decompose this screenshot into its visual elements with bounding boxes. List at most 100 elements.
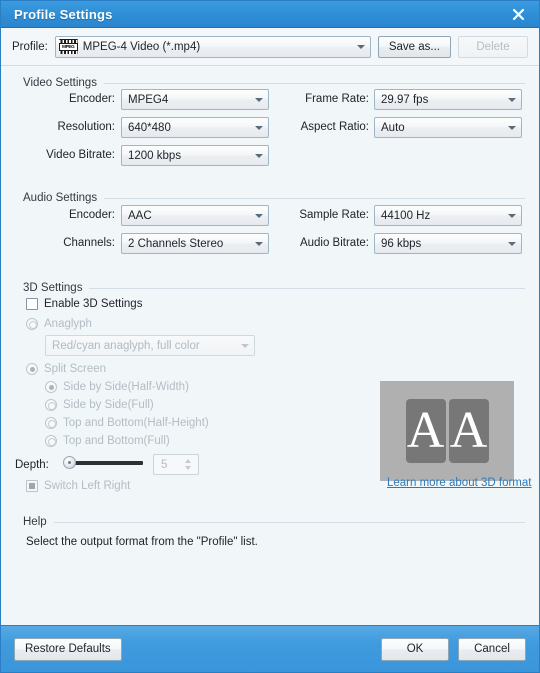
- chevron-down-icon: [503, 90, 521, 109]
- enable-3d-checkbox-row[interactable]: Enable 3D Settings: [26, 298, 142, 310]
- help-text: Select the output format from the "Profi…: [26, 536, 258, 548]
- chevron-down-icon: [250, 90, 268, 109]
- audio-bitrate-label: Audio Bitrate:: [299, 237, 369, 249]
- chevron-down-icon: [236, 336, 254, 355]
- switch-left-right-row: Switch Left Right: [26, 480, 130, 492]
- 3d-settings-title: 3D Settings: [23, 282, 83, 294]
- profile-dropdown[interactable]: MPEG MPEG-4 Video (*.mp4): [54, 35, 371, 58]
- title-bar: Profile Settings: [1, 1, 539, 28]
- mpeg-icon-text: MPEG: [59, 43, 77, 50]
- delete-button: Delete: [458, 35, 528, 58]
- split-option-side-by-side-full: Side by Side(Full): [45, 399, 154, 411]
- audio-encoder-label: Encoder:: [68, 209, 115, 221]
- save-as-button[interactable]: Save as...: [377, 35, 451, 58]
- enable-3d-label: Enable 3D Settings: [44, 298, 143, 310]
- video-resolution-label: Resolution:: [57, 121, 115, 133]
- split-option-radio: [45, 417, 57, 429]
- split-option-label: Top and Bottom(Full): [63, 435, 170, 447]
- profile-bar: Profile: MPEG MPEG-4 Video (*.mp4) Save …: [1, 28, 539, 66]
- split-option-radio: [45, 435, 57, 447]
- audio-bitrate-value: 96 kbps: [381, 237, 422, 250]
- depth-value: 5: [161, 458, 168, 471]
- aspect-ratio-label: Aspect Ratio:: [300, 121, 369, 133]
- enable-3d-checkbox[interactable]: [26, 298, 38, 310]
- split-option-radio: [45, 399, 57, 411]
- chevron-down-icon: [503, 234, 521, 253]
- mpeg-file-icon: MPEG: [58, 39, 78, 54]
- video-settings-group: Video Settings: [15, 76, 525, 90]
- aspect-ratio-dropdown[interactable]: Auto: [374, 117, 522, 138]
- anaglyph-radio-row: Anaglyph: [26, 318, 92, 330]
- audio-encoder-dropdown[interactable]: AAC: [121, 205, 269, 226]
- split-option-top-bottom-half-height: Top and Bottom(Half-Height): [45, 417, 209, 429]
- audio-settings-group: Audio Settings: [15, 191, 525, 205]
- audio-bitrate-dropdown[interactable]: 96 kbps: [374, 233, 522, 254]
- depth-slider-track: [69, 461, 143, 465]
- split-screen-radio-row: Split Screen: [26, 363, 106, 375]
- frame-rate-label: Frame Rate:: [305, 93, 369, 105]
- profile-value: MPEG-4 Video (*.mp4): [82, 40, 201, 53]
- profile-settings-dialog: Profile Settings Profile: MPEG MPEG-4 Vi…: [0, 0, 540, 673]
- aspect-ratio-value: Auto: [381, 121, 405, 134]
- stepper-arrows-icon: [185, 456, 196, 473]
- help-group: Help: [15, 515, 525, 529]
- video-bitrate-dropdown[interactable]: 1200 kbps: [121, 145, 269, 166]
- depth-slider-thumb[interactable]: [63, 456, 76, 469]
- window-title: Profile Settings: [14, 6, 113, 22]
- cancel-button[interactable]: Cancel: [458, 637, 526, 661]
- ok-button[interactable]: OK: [381, 637, 449, 661]
- split-screen-label: Split Screen: [44, 363, 107, 375]
- split-option-side-by-side-half-width: Side by Side(Half-Width): [45, 381, 189, 393]
- anaglyph-type-value: Red/cyan anaglyph, full color: [52, 339, 200, 352]
- dialog-footer: Restore Defaults OK Cancel: [1, 625, 539, 672]
- close-icon[interactable]: [505, 3, 531, 25]
- split-option-label: Top and Bottom(Half-Height): [63, 417, 209, 429]
- anaglyph-label: Anaglyph: [44, 318, 92, 330]
- audio-settings-title: Audio Settings: [23, 192, 98, 204]
- video-encoder-label: Encoder:: [68, 93, 115, 105]
- chevron-down-icon: [503, 118, 521, 137]
- video-bitrate-label: Video Bitrate:: [46, 149, 115, 161]
- 3d-preview-image: A A: [380, 381, 514, 481]
- frame-rate-value: 29.97 fps: [381, 93, 429, 106]
- help-title: Help: [23, 516, 47, 528]
- chevron-down-icon: [250, 146, 268, 165]
- depth-slider[interactable]: [63, 455, 143, 471]
- chevron-down-icon: [250, 206, 268, 225]
- restore-defaults-button[interactable]: Restore Defaults: [14, 637, 122, 661]
- audio-channels-value: 2 Channels Stereo: [128, 237, 224, 250]
- chevron-down-icon: [250, 234, 268, 253]
- split-option-label: Side by Side(Half-Width): [63, 381, 189, 393]
- video-resolution-value: 640*480: [128, 121, 171, 134]
- divider: [104, 197, 525, 199]
- preview-pane-right: A: [448, 399, 489, 463]
- split-option-label: Side by Side(Full): [63, 399, 154, 411]
- split-option-radio: [45, 381, 57, 393]
- chevron-down-icon: [503, 206, 521, 225]
- sample-rate-value: 44100 Hz: [381, 209, 431, 222]
- video-bitrate-value: 1200 kbps: [128, 149, 182, 162]
- anaglyph-radio: [26, 318, 38, 330]
- audio-channels-dropdown[interactable]: 2 Channels Stereo: [121, 233, 269, 254]
- dialog-body: Video Settings Encoder: MPEG4 Resolution…: [1, 66, 539, 625]
- sample-rate-dropdown[interactable]: 44100 Hz: [374, 205, 522, 226]
- divider: [103, 82, 525, 84]
- depth-label: Depth:: [15, 459, 49, 471]
- chevron-down-icon: [250, 118, 268, 137]
- split-option-top-bottom-full: Top and Bottom(Full): [45, 435, 170, 447]
- anaglyph-type-dropdown: Red/cyan anaglyph, full color: [45, 335, 255, 356]
- video-settings-title: Video Settings: [23, 77, 97, 89]
- video-encoder-dropdown[interactable]: MPEG4: [121, 89, 269, 110]
- switch-left-right-checkbox: [26, 480, 38, 492]
- preview-pane-left: A: [405, 399, 446, 463]
- 3d-settings-group: 3D Settings: [15, 281, 525, 295]
- frame-rate-dropdown[interactable]: 29.97 fps: [374, 89, 522, 110]
- learn-more-3d-link[interactable]: Learn more about 3D format: [387, 477, 531, 489]
- audio-channels-label: Channels:: [63, 237, 115, 249]
- split-screen-radio: [26, 363, 38, 375]
- video-encoder-value: MPEG4: [128, 93, 169, 106]
- audio-encoder-value: AAC: [128, 209, 152, 222]
- video-resolution-dropdown[interactable]: 640*480: [121, 117, 269, 138]
- profile-label: Profile:: [12, 40, 48, 53]
- divider: [53, 521, 525, 523]
